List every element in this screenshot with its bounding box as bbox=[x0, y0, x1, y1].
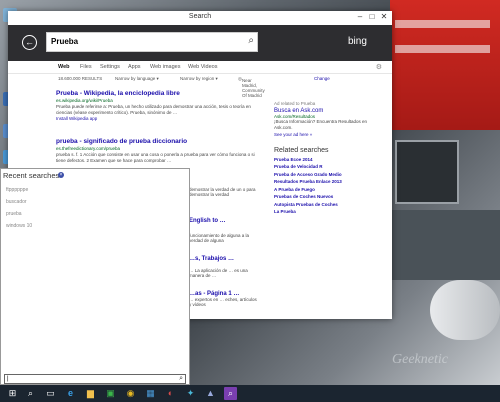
fragment-snippet: funcionamiento de alguna a la verdad de … bbox=[189, 233, 250, 243]
tab-web-images[interactable]: Web images bbox=[150, 64, 180, 70]
fragment-snippet: … La aplicación de … es una manera de … bbox=[189, 268, 248, 278]
related-link[interactable]: Prueba de Acceso Grado Medio bbox=[274, 172, 380, 177]
fragment-snippet: … expertos en … eches, artículos y vídeo… bbox=[189, 297, 257, 307]
result-snippet: Prueba puede referirse a: Prueba, un hec… bbox=[56, 104, 251, 115]
related-link[interactable]: Prueba de Velocidad R bbox=[274, 164, 380, 169]
result-count: 18.600.000 RESULTS bbox=[58, 76, 103, 81]
bing-header: ← ⌕ bing bbox=[8, 25, 392, 61]
wallpaper-chip bbox=[395, 140, 459, 204]
result-url: es.wikipedia.org/wiki/Prueba bbox=[56, 98, 113, 103]
recent-item[interactable]: windows 10 bbox=[6, 223, 32, 229]
result-fragment: English to … bbox=[189, 218, 259, 224]
wallpaper-stripe bbox=[395, 20, 490, 28]
result-fragment: demostrar la verdad de un o para demostr… bbox=[189, 187, 259, 197]
location-text: ◎ Near Madrid, Community Of Madrid bbox=[238, 76, 265, 98]
wallpaper-board bbox=[390, 210, 500, 280]
chrome-icon[interactable]: ◉ bbox=[124, 387, 137, 400]
result-snippet: prueba s. f. 1 Acción que consiste en us… bbox=[56, 152, 255, 163]
language-filter[interactable]: Narrow by language ▾ bbox=[115, 76, 159, 82]
related-link[interactable]: Resultados Prueba Enlace 2013 bbox=[274, 179, 380, 184]
search-result: Prueba - Wikipedia, la enciclopedia libr… bbox=[56, 90, 256, 121]
tab-web[interactable]: Web bbox=[58, 64, 70, 70]
related-heading: Related searches bbox=[274, 147, 329, 154]
recent-item[interactable]: prueba bbox=[6, 211, 22, 217]
back-arrow-icon[interactable]: ← bbox=[22, 35, 37, 50]
watermark: Geeknetic bbox=[392, 352, 448, 367]
close-button[interactable]: ✕ bbox=[378, 12, 390, 21]
related-link[interactable]: A Prueba de Fuego bbox=[274, 187, 380, 192]
search-box: ⌕ bbox=[46, 32, 258, 52]
results-filters: 18.600.000 RESULTS Narrow by language ▾ … bbox=[8, 74, 392, 98]
scope-tabs: Web Files Settings Apps Web images Web V… bbox=[8, 61, 392, 74]
related-link[interactable]: Autopista Pruebas de Coches bbox=[274, 202, 380, 207]
ad-more-link[interactable]: See your ad here » bbox=[274, 132, 380, 137]
result-title-link[interactable]: prueba - significado de prueba diccionar… bbox=[56, 138, 256, 145]
app-icon[interactable]: ✦ bbox=[184, 387, 197, 400]
taskbar-search-box[interactable]: | ⌕ bbox=[4, 374, 186, 384]
fragment-title[interactable]: …s, Trabajos … bbox=[189, 256, 259, 262]
result-fragment: funcionamiento de alguna a la verdad de … bbox=[189, 233, 259, 243]
clear-recent-icon[interactable]: × bbox=[58, 172, 64, 178]
app-icon[interactable]: ▲ bbox=[204, 387, 217, 400]
ad-label: Ad related to Prueba bbox=[274, 101, 316, 106]
app-icon[interactable]: ▦ bbox=[144, 387, 157, 400]
recent-searches-panel: Recent searches × ftppppppe buscador pru… bbox=[0, 168, 190, 385]
bing-logo: bing bbox=[348, 36, 367, 47]
taskbar: ⊞ ⌕ ▭ e ▆ ▣ ◉ ▦ ◐ ✦ ▲ ⌕ bbox=[0, 385, 500, 402]
task-view-icon[interactable]: ▭ bbox=[44, 387, 57, 400]
result-deep-link[interactable]: Install Wikipedia app bbox=[56, 116, 256, 121]
folder-icon[interactable]: ▆ bbox=[84, 387, 97, 400]
related-link[interactable]: La Prueba bbox=[274, 209, 380, 214]
maximize-button[interactable]: □ bbox=[366, 12, 378, 21]
app-icon[interactable]: ◐ bbox=[164, 387, 177, 400]
fragment-title[interactable]: English to … bbox=[189, 218, 259, 224]
ad-snippet: ¡Busca Información? Encuentra Resultados… bbox=[274, 119, 368, 130]
window-title: Search bbox=[188, 13, 212, 20]
tab-web-videos[interactable]: Web Videos bbox=[188, 64, 217, 70]
minimize-button[interactable]: – bbox=[354, 12, 366, 21]
search-input[interactable] bbox=[51, 35, 231, 48]
search-app-icon[interactable]: ⌕ bbox=[224, 387, 237, 400]
gear-icon[interactable]: ⚙ bbox=[376, 63, 382, 71]
region-filter[interactable]: Narrow by region ▾ bbox=[180, 76, 218, 82]
recent-item[interactable]: buscador bbox=[6, 199, 27, 205]
search-icon[interactable]: ⌕ bbox=[24, 387, 37, 400]
change-location-link[interactable]: Change bbox=[314, 76, 330, 81]
result-title-link[interactable]: Prueba - Wikipedia, la enciclopedia libr… bbox=[56, 90, 256, 97]
wallpaper-capacitor bbox=[430, 280, 500, 340]
search-icon[interactable]: ⌕ bbox=[179, 375, 183, 383]
recent-heading: Recent searches bbox=[3, 171, 60, 180]
wallpaper-stripe bbox=[395, 45, 490, 53]
fragment-snippet: demostrar la verdad de un o para demostr… bbox=[189, 187, 256, 197]
result-url: es.thefreedictionary.com/prueba bbox=[56, 146, 120, 151]
tab-settings[interactable]: Settings bbox=[100, 64, 120, 70]
result-fragment: … La aplicación de … es una manera de … bbox=[189, 268, 259, 278]
search-icon[interactable]: ⌕ bbox=[248, 35, 254, 46]
tab-apps[interactable]: Apps bbox=[128, 64, 141, 70]
text-cursor: | bbox=[7, 376, 9, 382]
related-link[interactable]: Prueba Ecoe 2014 bbox=[274, 157, 380, 162]
result-fragment: …as - Página 1 …… expertos en … eches, a… bbox=[189, 291, 259, 307]
internet-explorer-icon[interactable]: e bbox=[64, 387, 77, 400]
store-icon[interactable]: ▣ bbox=[104, 387, 117, 400]
related-link[interactable]: Pruebas de Coches Nuevos bbox=[274, 194, 380, 199]
search-result: prueba - significado de prueba diccionar… bbox=[56, 138, 256, 163]
sidebar: Ad related to Prueba Busca en Ask.com As… bbox=[274, 101, 380, 214]
start-icon[interactable]: ⊞ bbox=[6, 387, 19, 400]
title-bar: Search – □ ✕ bbox=[8, 11, 392, 26]
result-fragment: …s, Trabajos … bbox=[189, 256, 259, 262]
tab-files[interactable]: Files bbox=[80, 64, 92, 70]
recent-item[interactable]: ftppppppe bbox=[6, 187, 28, 193]
